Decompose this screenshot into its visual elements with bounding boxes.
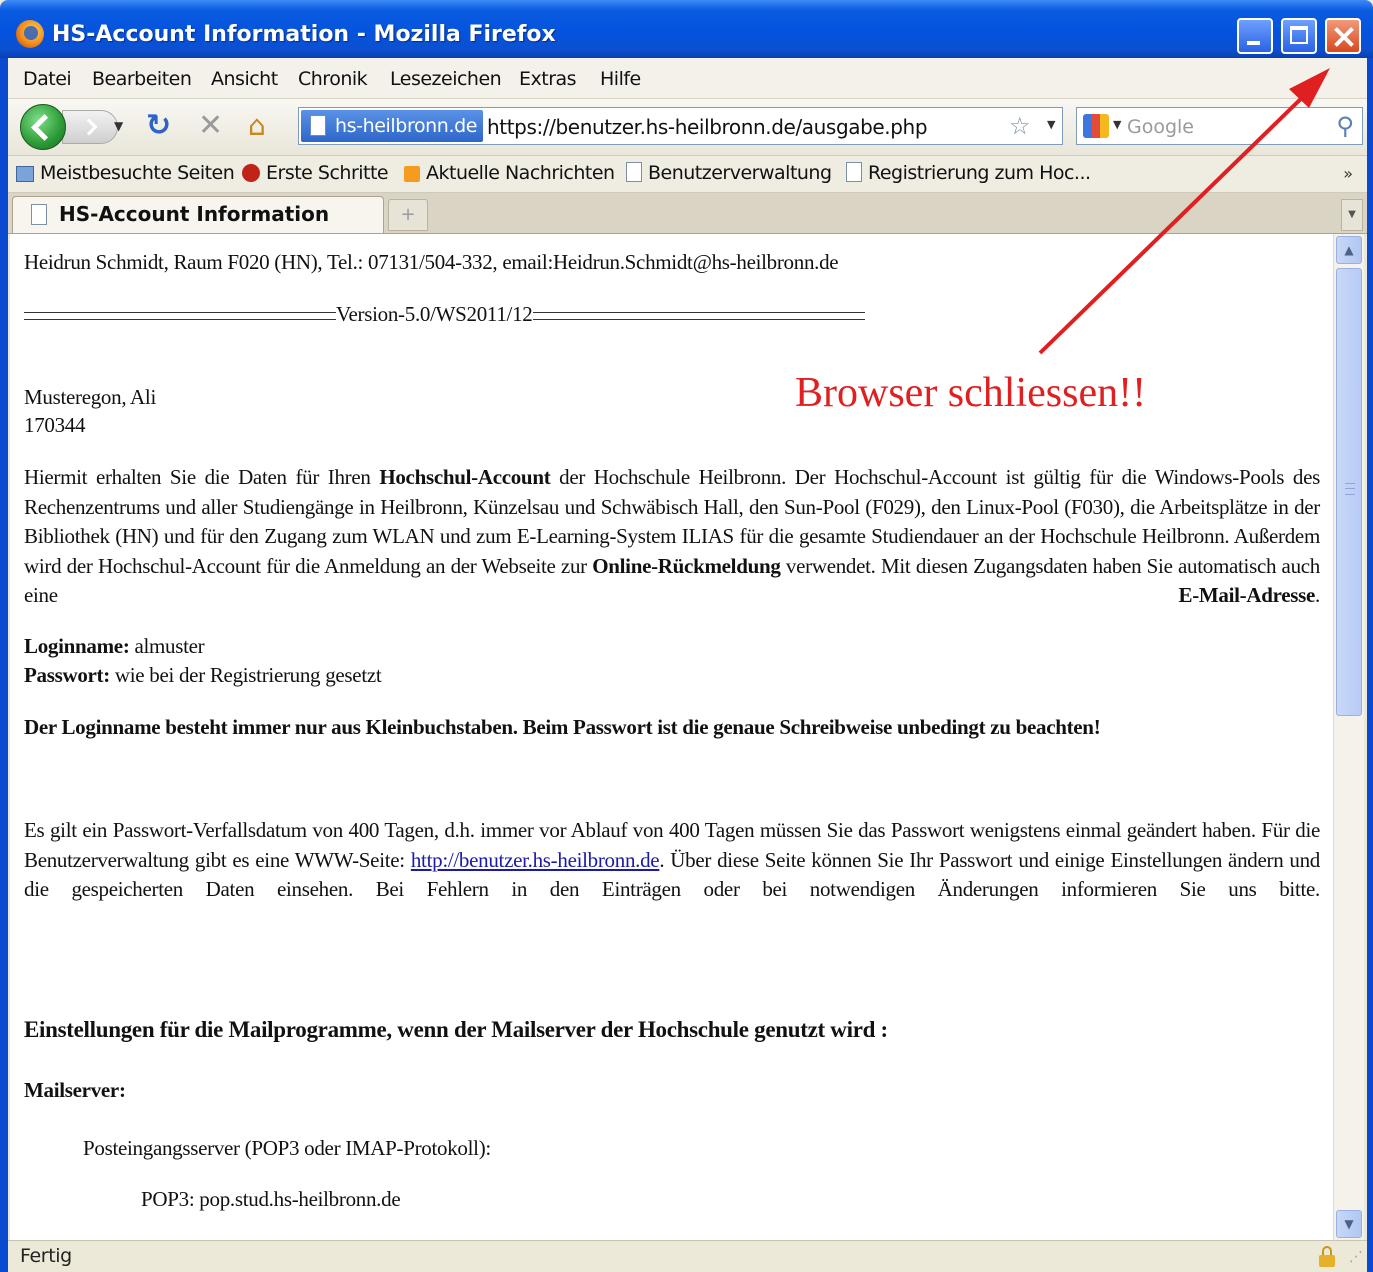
student-name: Musteregon, Ali — [24, 385, 156, 409]
status-bar: Fertig ⋰ — [8, 1240, 1367, 1272]
annotation-text: Browser schliessen!! — [795, 370, 1147, 416]
window-frame-left — [0, 58, 8, 1272]
search-input[interactable]: Google — [1127, 111, 1194, 143]
bookmark-registrierung[interactable]: Registrierung zum Hoc... — [846, 162, 1091, 184]
vertical-scrollbar[interactable]: ▲ ▼ — [1333, 234, 1364, 1240]
rss-icon — [404, 166, 420, 182]
scroll-down-button[interactable]: ▼ — [1336, 1210, 1362, 1238]
title-bar[interactable]: HS-Account Information - Mozilla Firefox — [0, 0, 1373, 58]
url-bar[interactable]: hs-heilbronn.de https://benutzer.hs-heil… — [298, 107, 1063, 145]
browser-window: HS-Account Information - Mozilla Firefox… — [0, 0, 1373, 1272]
benutzer-link[interactable]: http://benutzer.hs-heilbronn.de — [411, 848, 660, 872]
intro-paragraph: Hiermit erhalten Sie die Daten für Ihren… — [24, 463, 1320, 640]
divider — [24, 312, 336, 321]
intro-bold-email: E-Mail-Adresse — [1178, 583, 1316, 607]
window-frame-right — [1367, 58, 1373, 1272]
pop3-server: POP3: pop.stud.hs-heilbronn.de — [141, 1187, 401, 1211]
bookmark-label: Meistbesuchte Seiten — [40, 162, 235, 184]
stop-icon[interactable]: ✕ — [198, 106, 223, 146]
bookmarks-toolbar: Meistbesuchte Seiten Erste Schritte Aktu… — [8, 156, 1367, 193]
contact-line: Heidrun Schmidt, Raum F020 (HN), Tel.: 0… — [24, 250, 839, 274]
lock-icon[interactable] — [1319, 1246, 1335, 1267]
mail-settings-heading: Einstellungen für die Mailprogramme, wen… — [24, 1017, 888, 1042]
expiry-paragraph: Es gilt ein Passwort-Verfallsdatum von 4… — [24, 816, 1320, 934]
forward-button[interactable] — [62, 110, 118, 144]
menu-bearbeiten[interactable]: Bearbeiten — [92, 68, 192, 90]
firefox-bug-icon — [242, 164, 260, 182]
bookmark-erste-schritte[interactable]: Erste Schritte — [242, 162, 389, 184]
bookmark-star-icon[interactable]: ☆ — [1009, 109, 1031, 143]
intro-bold-account: Hochschul-Account — [379, 465, 551, 489]
menu-chronik[interactable]: Chronik — [298, 68, 368, 90]
navigation-toolbar: ▼ ↻ ✕ ⌂ hs-heilbronn.de https://benutzer… — [8, 99, 1367, 156]
tab-label: HS-Account Information — [59, 202, 330, 226]
search-icon[interactable]: ⚲ — [1336, 110, 1354, 142]
bookmarks-overflow-icon[interactable]: » — [1343, 164, 1353, 183]
tab-list-button[interactable]: ▼ — [1341, 199, 1363, 231]
version-text: Version-5.0/WS2011/12 — [336, 302, 533, 326]
scroll-up-button[interactable]: ▲ — [1336, 236, 1362, 264]
reload-icon[interactable]: ↻ — [146, 106, 171, 146]
close-button[interactable] — [1325, 18, 1361, 54]
incoming-server-label: Posteingangsserver (POP3 oder IMAP-Proto… — [83, 1136, 491, 1160]
bookmark-label: Benutzerverwaltung — [648, 162, 832, 184]
resize-grip-icon[interactable]: ⋰ — [1349, 1249, 1363, 1265]
mailserver-label: Mailserver: — [24, 1078, 126, 1102]
menu-ansicht[interactable]: Ansicht — [211, 68, 278, 90]
intro-text: Hiermit erhalten Sie die Daten für Ihren — [24, 465, 380, 489]
menu-bar: Datei Bearbeiten Ansicht Chronik Lesezei… — [8, 58, 1367, 99]
bookmark-aktuelle-nachrichten[interactable]: Aktuelle Nachrichten — [404, 162, 615, 184]
bookmark-label: Erste Schritte — [266, 162, 389, 184]
page-icon — [31, 204, 47, 225]
site-identity-button[interactable]: hs-heilbronn.de — [301, 110, 484, 142]
search-engine-dropdown-icon[interactable]: ▼ — [1113, 118, 1121, 131]
url-dropdown-icon[interactable]: ▼ — [1047, 118, 1055, 131]
password-value: wie bei der Registrierung gesetzt — [109, 663, 382, 687]
scrollbar-grip-icon — [1345, 483, 1355, 495]
login-label: Loginname: — [24, 634, 130, 658]
search-bar[interactable]: ▼ Google ⚲ — [1076, 107, 1363, 145]
maximize-button[interactable] — [1281, 18, 1317, 54]
bookmark-meistbesuchte-seiten[interactable]: Meistbesuchte Seiten — [16, 162, 235, 184]
login-value: almuster — [129, 634, 205, 658]
status-text: Fertig — [20, 1245, 72, 1267]
warning-text: Der Loginname besteht immer nur aus Klei… — [24, 715, 1101, 739]
intro-bold-rueckmeldung: Online-Rückmeldung — [592, 553, 781, 578]
scrollbar-thumb[interactable] — [1336, 268, 1362, 716]
bookmark-benutzerverwaltung[interactable]: Benutzerverwaltung — [626, 162, 832, 184]
history-dropdown-icon[interactable]: ▼ — [114, 119, 123, 133]
version-line: Version-5.0/WS2011/12 — [24, 300, 865, 330]
home-icon[interactable]: ⌂ — [248, 106, 266, 146]
folder-icon — [16, 166, 34, 182]
divider — [532, 312, 865, 321]
intro-text: . — [1315, 583, 1320, 607]
password-label: Passwort: — [24, 663, 110, 687]
page-icon — [846, 162, 862, 182]
bookmark-label: Registrierung zum Hoc... — [868, 162, 1091, 184]
window-title: HS-Account Information - Mozilla Firefox — [52, 22, 556, 47]
menu-datei[interactable]: Datei — [23, 68, 72, 90]
bookmark-label: Aktuelle Nachrichten — [426, 162, 615, 184]
page-icon — [626, 162, 642, 182]
firefox-icon[interactable] — [16, 20, 44, 48]
search-engine-icon[interactable] — [1083, 114, 1109, 138]
menu-lesezeichen[interactable]: Lesezeichen — [390, 68, 502, 90]
student-id: 170344 — [24, 413, 86, 437]
login-line: Loginname: almuster — [24, 632, 205, 662]
back-button[interactable] — [20, 104, 66, 150]
url-input[interactable]: https://benutzer.hs-heilbronn.de/ausgabe… — [487, 111, 928, 143]
minimize-button[interactable] — [1237, 18, 1273, 54]
tab-bar: HS-Account Information + ▼ — [8, 193, 1367, 234]
password-line: Passwort: wie bei der Registrierung gese… — [24, 661, 382, 691]
menu-extras[interactable]: Extras — [519, 68, 577, 90]
menu-hilfe[interactable]: Hilfe — [600, 68, 641, 90]
tab-hs-account-information[interactable]: HS-Account Information — [12, 196, 384, 233]
new-tab-button[interactable]: + — [388, 199, 428, 231]
